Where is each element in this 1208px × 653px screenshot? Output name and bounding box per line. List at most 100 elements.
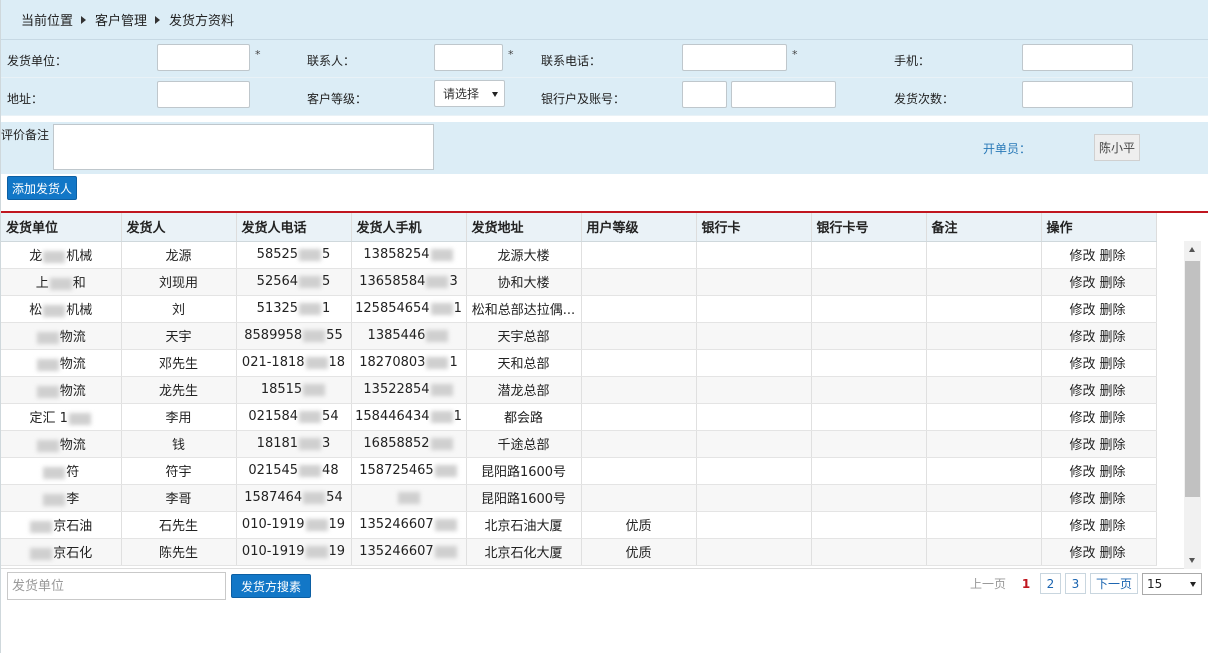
delete-link[interactable]: 删除 bbox=[1100, 438, 1126, 453]
contact-input[interactable] bbox=[434, 44, 503, 71]
cell-address-text: 协和大楼 bbox=[497, 276, 550, 291]
cell-shipper-mobile-text: 1 bbox=[453, 301, 462, 316]
column-header: 备注 bbox=[926, 213, 1042, 242]
cell-address: 天宇总部 bbox=[466, 322, 582, 350]
cell-shipper-person: 符宇 bbox=[121, 457, 237, 485]
cell-bank-card bbox=[696, 511, 812, 539]
delete-link[interactable]: 删除 bbox=[1100, 519, 1126, 534]
delete-link[interactable]: 删除 bbox=[1100, 465, 1126, 480]
cell-shipper-mobile-text: 1 bbox=[449, 355, 458, 370]
edit-link[interactable]: 修改 bbox=[1070, 330, 1096, 345]
cell-shipper-phone: 18515 bbox=[236, 376, 352, 404]
contact-label: 联系人： bbox=[307, 54, 356, 68]
scroll-down-button[interactable] bbox=[1184, 552, 1201, 569]
cell-shipper-unit-text: 物流 bbox=[59, 357, 86, 372]
edit-link[interactable]: 修改 bbox=[1070, 438, 1096, 453]
cell-shipper-person: 天宇 bbox=[121, 322, 237, 350]
cell-shipper-mobile: 13522854 bbox=[351, 376, 467, 404]
cell-shipper-person-text: 石先生 bbox=[158, 519, 198, 534]
cell-actions: 修改 删除 bbox=[1041, 457, 1157, 485]
cell-user-level bbox=[581, 376, 697, 404]
edit-link[interactable]: 修改 bbox=[1070, 303, 1096, 318]
page-link[interactable]: 2 bbox=[1040, 573, 1061, 594]
scroll-thumb[interactable] bbox=[1185, 261, 1200, 497]
page-link[interactable]: 3 bbox=[1065, 573, 1086, 594]
bank-name-input[interactable] bbox=[682, 81, 727, 108]
cell-shipper-phone-text: 51325 bbox=[256, 301, 299, 316]
cell-shipper-mobile bbox=[351, 484, 467, 512]
cell-shipper-unit: 李 bbox=[1, 484, 122, 512]
edit-link[interactable]: 修改 bbox=[1070, 411, 1096, 426]
cell-shipper-mobile-text: 18270803 bbox=[359, 355, 426, 370]
cell-shipper-unit: 上和 bbox=[1, 268, 122, 296]
remark-textarea[interactable] bbox=[53, 124, 434, 170]
cell-address-text: 都会路 bbox=[503, 411, 543, 426]
cell-bank-card-no bbox=[811, 376, 927, 404]
cell-shipper-phone-text: 54 bbox=[326, 490, 343, 505]
edit-link[interactable]: 修改 bbox=[1070, 384, 1096, 399]
next-page-link[interactable]: 下一页 bbox=[1090, 573, 1138, 594]
cell-shipper-mobile-text: 125854654 bbox=[355, 301, 430, 316]
breadcrumb-item[interactable]: 客户管理 bbox=[95, 10, 147, 29]
address-label: 地址： bbox=[7, 92, 44, 106]
table-scrollbar[interactable] bbox=[1184, 241, 1201, 569]
redacted-mask bbox=[426, 356, 449, 369]
cell-shipper-phone-text: 18515 bbox=[260, 382, 303, 397]
phone-input[interactable] bbox=[682, 44, 787, 71]
cell-shipper-phone-text: 010-1919 bbox=[241, 517, 305, 532]
bank-account-input[interactable] bbox=[731, 81, 836, 108]
shipper-unit-input[interactable] bbox=[157, 44, 250, 71]
delete-link[interactable]: 删除 bbox=[1100, 546, 1126, 561]
table-row: 松 机械 刘 51325 1 125854654 1 松和总部达拉偶... 修改 删除 bbox=[1, 295, 1157, 323]
mobile-input[interactable] bbox=[1022, 44, 1133, 71]
delete-link[interactable]: 删除 bbox=[1100, 492, 1126, 507]
table-row: 物流 钱 18181 3 16858852 千途总部 修改 删除 bbox=[1, 430, 1157, 458]
cell-shipper-phone: 021584 54 bbox=[236, 403, 352, 431]
ship-count-label: 发货次数： bbox=[894, 92, 955, 106]
delete-link[interactable]: 删除 bbox=[1100, 276, 1126, 291]
redacted-mask bbox=[299, 302, 322, 315]
page-size-select[interactable]: 15 bbox=[1142, 573, 1202, 595]
address-input[interactable] bbox=[157, 81, 250, 108]
page-link-current[interactable]: 1 bbox=[1016, 573, 1036, 594]
redacted-mask bbox=[43, 493, 66, 506]
cell-shipper-phone-text: 18 bbox=[328, 355, 346, 370]
edit-link[interactable]: 修改 bbox=[1070, 276, 1096, 291]
cell-shipper-unit-text: 京石化 bbox=[53, 546, 93, 561]
mobile-label: 手机： bbox=[894, 54, 931, 68]
redacted-mask bbox=[426, 275, 449, 288]
scroll-up-button[interactable] bbox=[1184, 241, 1201, 258]
cell-bank-card-no bbox=[811, 484, 927, 512]
delete-link[interactable]: 删除 bbox=[1100, 384, 1126, 399]
redacted-mask bbox=[30, 547, 53, 560]
delete-link[interactable]: 删除 bbox=[1100, 411, 1126, 426]
page-size-value: 15 bbox=[1147, 577, 1163, 591]
add-shipper-button[interactable]: 添加发货人 bbox=[7, 176, 77, 200]
delete-link[interactable]: 删除 bbox=[1100, 249, 1126, 264]
edit-link[interactable]: 修改 bbox=[1070, 249, 1096, 264]
edit-link[interactable]: 修改 bbox=[1070, 546, 1096, 561]
chevron-down-icon bbox=[492, 92, 498, 97]
cell-actions: 修改 删除 bbox=[1041, 349, 1157, 377]
cell-shipper-person: 邓先生 bbox=[121, 349, 237, 377]
cell-user-level bbox=[581, 268, 697, 296]
edit-link[interactable]: 修改 bbox=[1070, 357, 1096, 372]
cell-remark bbox=[926, 295, 1042, 323]
delete-link[interactable]: 删除 bbox=[1100, 357, 1126, 372]
delete-link[interactable]: 删除 bbox=[1100, 330, 1126, 345]
search-button[interactable]: 发货方搜素 bbox=[231, 574, 311, 598]
ship-count-input[interactable] bbox=[1022, 81, 1133, 108]
edit-link[interactable]: 修改 bbox=[1070, 492, 1096, 507]
customer-level-select[interactable]: 请选择 bbox=[434, 80, 505, 107]
edit-link[interactable]: 修改 bbox=[1070, 465, 1096, 480]
prev-page-link[interactable]: 上一页 bbox=[969, 573, 1007, 594]
cell-actions: 修改 删除 bbox=[1041, 403, 1157, 431]
edit-link[interactable]: 修改 bbox=[1070, 519, 1096, 534]
cell-shipper-phone-text: 19 bbox=[328, 544, 346, 559]
redacted-mask bbox=[68, 412, 91, 425]
cell-shipper-mobile: 13858254 bbox=[351, 241, 467, 269]
column-header: 银行卡号 bbox=[811, 213, 927, 242]
table-row: 物流 天宇 8589958 55 1385446 天宇总部 修改 删除 bbox=[1, 322, 1157, 350]
delete-link[interactable]: 删除 bbox=[1100, 303, 1126, 318]
search-input[interactable] bbox=[7, 572, 226, 600]
